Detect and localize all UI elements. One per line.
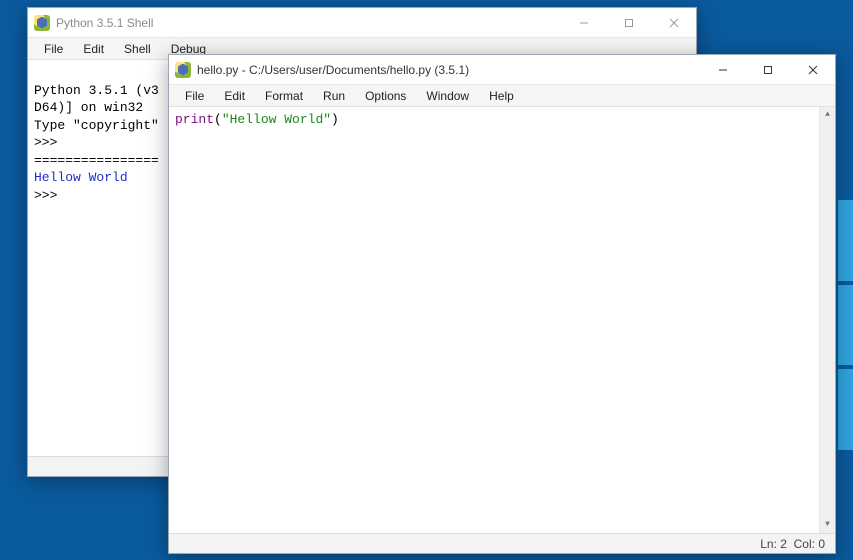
menu-file[interactable]: File — [175, 87, 214, 105]
close-icon — [808, 65, 818, 75]
shell-line-version: Python 3.5.1 (v3 — [34, 83, 167, 98]
editor-window: hello.py - C:/Users/user/Documents/hello… — [168, 54, 836, 554]
editor-content[interactable]: print("Hellow World") ▲ ▼ — [169, 107, 835, 533]
shell-output: Hellow World — [34, 170, 128, 185]
editor-window-controls — [700, 55, 835, 84]
status-ln-label: Ln: — [760, 537, 777, 551]
shell-prompt: >>> — [34, 188, 57, 203]
maximize-icon — [624, 18, 634, 28]
menu-shell[interactable]: Shell — [114, 40, 161, 58]
minimize-icon — [718, 65, 728, 75]
menu-options[interactable]: Options — [355, 87, 416, 105]
shell-divider: ================ — [34, 153, 159, 168]
editor-menubar: File Edit Format Run Options Window Help — [169, 85, 835, 107]
status-col-value: 0 — [818, 537, 825, 551]
code-string: "Hellow World" — [222, 112, 331, 127]
desktop-edge-decoration — [838, 200, 853, 450]
editor-titlebar[interactable]: hello.py - C:/Users/user/Documents/hello… — [169, 55, 835, 85]
code-open-paren: ( — [214, 112, 222, 127]
menu-format[interactable]: Format — [255, 87, 313, 105]
shell-title: Python 3.5.1 Shell — [56, 16, 153, 30]
minimize-button[interactable] — [561, 8, 606, 37]
minimize-icon — [579, 18, 589, 28]
editor-scrollbar[interactable]: ▲ ▼ — [819, 107, 835, 533]
maximize-button[interactable] — [745, 55, 790, 84]
maximize-icon — [763, 65, 773, 75]
editor-statusbar: Ln: 2 Col: 0 — [169, 533, 835, 553]
status-col-label: Col: — [794, 537, 815, 551]
maximize-button[interactable] — [606, 8, 651, 37]
shell-prompt: >>> — [34, 135, 57, 150]
editor-title: hello.py - C:/Users/user/Documents/hello… — [197, 63, 469, 77]
python-icon — [34, 15, 50, 31]
python-icon — [175, 62, 191, 78]
shell-titlebar[interactable]: Python 3.5.1 Shell — [28, 8, 696, 38]
minimize-button[interactable] — [700, 55, 745, 84]
code-close-paren: ) — [331, 112, 339, 127]
shell-window-controls — [561, 8, 696, 37]
close-icon — [669, 18, 679, 28]
status-ln-value: 2 — [780, 537, 787, 551]
menu-file[interactable]: File — [34, 40, 73, 58]
scroll-down-button[interactable]: ▼ — [820, 517, 835, 533]
menu-help[interactable]: Help — [479, 87, 524, 105]
menu-edit[interactable]: Edit — [73, 40, 114, 58]
close-button[interactable] — [790, 55, 835, 84]
code-func: print — [175, 112, 214, 127]
shell-line-platform: D64)] on win32 — [34, 100, 143, 115]
menu-run[interactable]: Run — [313, 87, 355, 105]
scroll-up-button[interactable]: ▲ — [820, 107, 835, 123]
menu-window[interactable]: Window — [416, 87, 479, 105]
menu-edit[interactable]: Edit — [214, 87, 255, 105]
close-button[interactable] — [651, 8, 696, 37]
shell-line-hint: Type "copyright" — [34, 118, 159, 133]
